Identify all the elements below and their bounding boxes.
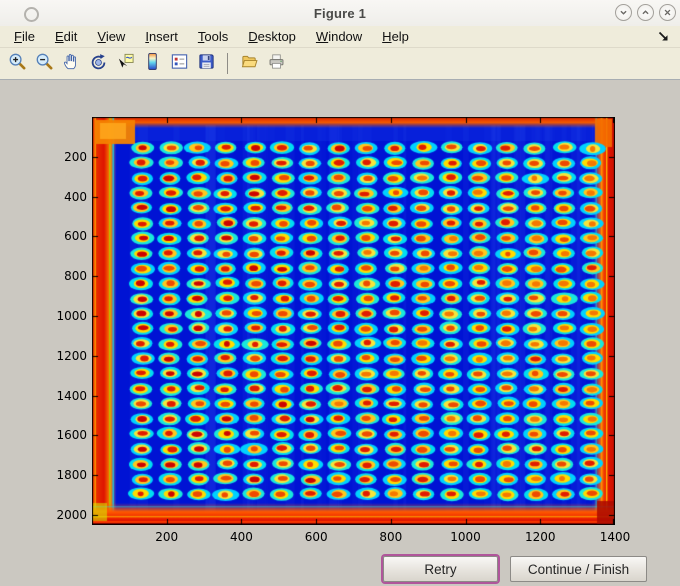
zoom-out-icon (35, 52, 54, 76)
x-tick-label: 1400 (599, 530, 631, 544)
pan-button[interactable] (59, 51, 83, 77)
menu-help[interactable]: Help (372, 26, 419, 47)
save-figure-button[interactable] (194, 51, 218, 77)
continue-finish-button[interactable]: Continue / Finish (510, 556, 647, 582)
y-tick-label: 1000 (56, 309, 87, 324)
window-title: Figure 1 (313, 5, 367, 21)
menu-edit[interactable]: Edit (45, 26, 87, 47)
menu-desktop[interactable]: Desktop (238, 26, 306, 47)
rotate-3d-button[interactable] (86, 51, 110, 77)
x-tick-label: 1000 (450, 530, 481, 544)
figure-client-area: 200 400 600 800 1000 1200 1400 200 400 600 800 100… (0, 80, 680, 586)
menu-file[interactable]: File (4, 26, 45, 47)
open-file-icon (240, 52, 259, 76)
insert-legend-button[interactable] (167, 51, 191, 77)
open-file-button[interactable] (237, 51, 261, 77)
x-tick-label: 600 (304, 530, 328, 544)
print-figure-icon (267, 52, 286, 76)
y-tick-label: 400 (64, 189, 87, 204)
menu-tools[interactable]: Tools (188, 26, 238, 47)
figure-window: Figure 1 File Edit View Insert Tools Desktop W… (0, 0, 680, 586)
y-tick-label: 200 (64, 149, 87, 164)
menu-bar-items: File Edit View Insert Tools Desktop Window Help (4, 26, 419, 47)
menu-insert[interactable]: Insert (135, 26, 188, 47)
window-menu-icon[interactable] (24, 7, 39, 22)
zoom-out-button[interactable] (32, 51, 56, 77)
y-tick-label: 1200 (56, 348, 87, 363)
y-tick-label: 1800 (56, 468, 87, 483)
y-tick-label: 800 (64, 269, 87, 284)
y-tick-label: 600 (64, 229, 87, 244)
close-button[interactable] (659, 4, 676, 21)
dock-figure-icon[interactable] (657, 30, 670, 43)
title-bar[interactable]: Figure 1 (0, 0, 680, 27)
menu-window[interactable]: Window (306, 26, 372, 47)
plot-axes (92, 117, 615, 525)
insert-legend-icon (170, 52, 189, 76)
y-tick-label: 1600 (56, 428, 87, 443)
zoom-in-icon (8, 52, 27, 76)
x-tick-label: 800 (379, 530, 403, 544)
figure-toolbar (0, 48, 680, 80)
x-tick-label: 400 (229, 530, 253, 544)
insert-colorbar-icon (143, 52, 162, 76)
x-tick-label: 200 (155, 530, 179, 544)
data-cursor-icon (116, 52, 135, 76)
plot-canvas[interactable] (92, 117, 615, 525)
close-icon (661, 6, 674, 19)
chevron-down-icon (617, 6, 630, 19)
window-controls (615, 4, 676, 21)
insert-colorbar-button[interactable] (140, 51, 164, 77)
menu-view[interactable]: View (87, 26, 135, 47)
print-figure-button[interactable] (264, 51, 288, 77)
toolbar-separator (227, 53, 228, 74)
zoom-in-button[interactable] (5, 51, 29, 77)
rotate-3d-icon (89, 52, 108, 76)
x-tick-label: 1200 (525, 530, 556, 544)
chevron-up-icon (639, 6, 652, 19)
retry-button[interactable]: Retry (383, 556, 498, 582)
data-cursor-button[interactable] (113, 51, 137, 77)
menu-bar: File Edit View Insert Tools Desktop Window Help (0, 26, 680, 48)
minimize-button[interactable] (615, 4, 632, 21)
save-figure-icon (197, 52, 216, 76)
pan-icon (62, 52, 81, 76)
maximize-button[interactable] (637, 4, 654, 21)
y-tick-label: 2000 (56, 508, 87, 523)
y-tick-label: 1400 (56, 388, 87, 403)
